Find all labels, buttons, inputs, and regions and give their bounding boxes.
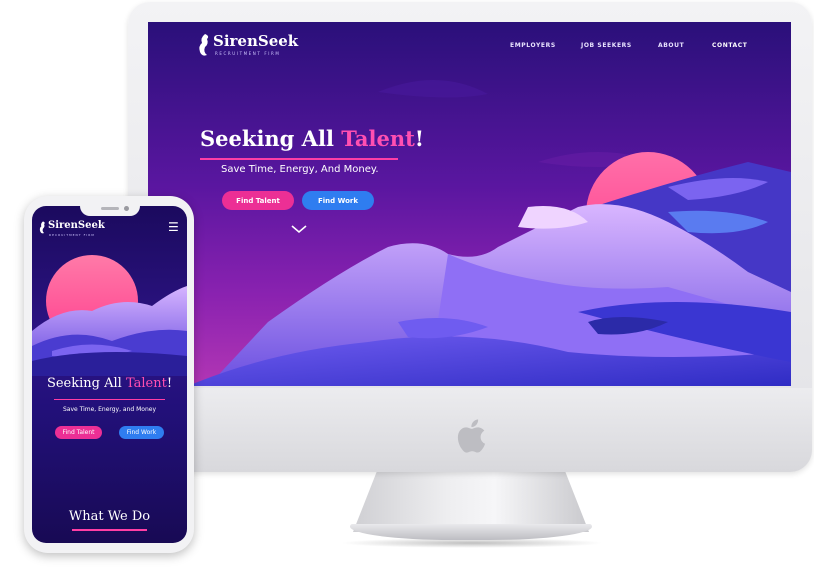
desktop-hero-title: Seeking All Talent! (200, 126, 424, 151)
hamburger-menu-icon[interactable]: ☰ (168, 220, 179, 234)
imac-stand-neck (353, 472, 589, 532)
hero-title-text: Seeking All (200, 126, 342, 151)
nav-contact[interactable]: CONTACT (712, 42, 748, 49)
mobile-hero-title: Seeking All Talent! (32, 376, 187, 391)
hero-title-highlight: Talent (341, 126, 415, 151)
mobile-title-highlight: Talent (125, 376, 167, 391)
siren-logo-icon (199, 34, 209, 56)
siren-logo-icon (39, 221, 45, 234)
desktop-website-screen: SirenSeek RECRUITMENT FIRM EMPLOYERS JOB… (148, 22, 791, 386)
mobile-title-text: Seeking All (46, 376, 126, 391)
mobile-find-work-button[interactable]: Find Work (119, 426, 164, 439)
hero-title-end: ! (414, 126, 424, 151)
hero-title-underline (200, 158, 398, 160)
mobile-brand-tagline: RECRUITMENT FIRM (49, 233, 95, 237)
what-we-do-heading: What We Do (68, 509, 151, 524)
mobile-brand-name[interactable]: SirenSeek (48, 220, 105, 231)
find-work-button[interactable]: Find Work (302, 191, 374, 210)
find-talent-button[interactable]: Find Talent (222, 191, 294, 210)
desktop-brand-tagline: RECRUITMENT FIRM (215, 51, 281, 56)
apple-logo-icon (457, 419, 486, 453)
mobile-find-talent-button[interactable]: Find Talent (55, 426, 102, 439)
nav-employers[interactable]: EMPLOYERS (510, 42, 556, 49)
mobile-hero-subtitle: Save Time, Energy, and Money (62, 406, 157, 413)
nav-about[interactable]: ABOUT (658, 42, 684, 49)
phone-camera (124, 206, 129, 211)
mobile-title-underline (54, 399, 165, 400)
what-we-do-underline (72, 529, 147, 531)
mobile-hero-illustration (32, 255, 187, 376)
mobile-title-end: ! (166, 376, 173, 391)
phone-speaker (101, 207, 119, 210)
nav-job-seekers[interactable]: JOB SEEKERS (581, 42, 632, 49)
desktop-hero-subtitle: Save Time, Energy, And Money. (221, 164, 379, 175)
desktop-brand-name[interactable]: SirenSeek (213, 32, 298, 50)
mobile-website-screen: SirenSeek RECRUITMENT FIRM ☰ Seeking All… (32, 206, 187, 543)
chevron-down-icon[interactable] (289, 222, 309, 236)
